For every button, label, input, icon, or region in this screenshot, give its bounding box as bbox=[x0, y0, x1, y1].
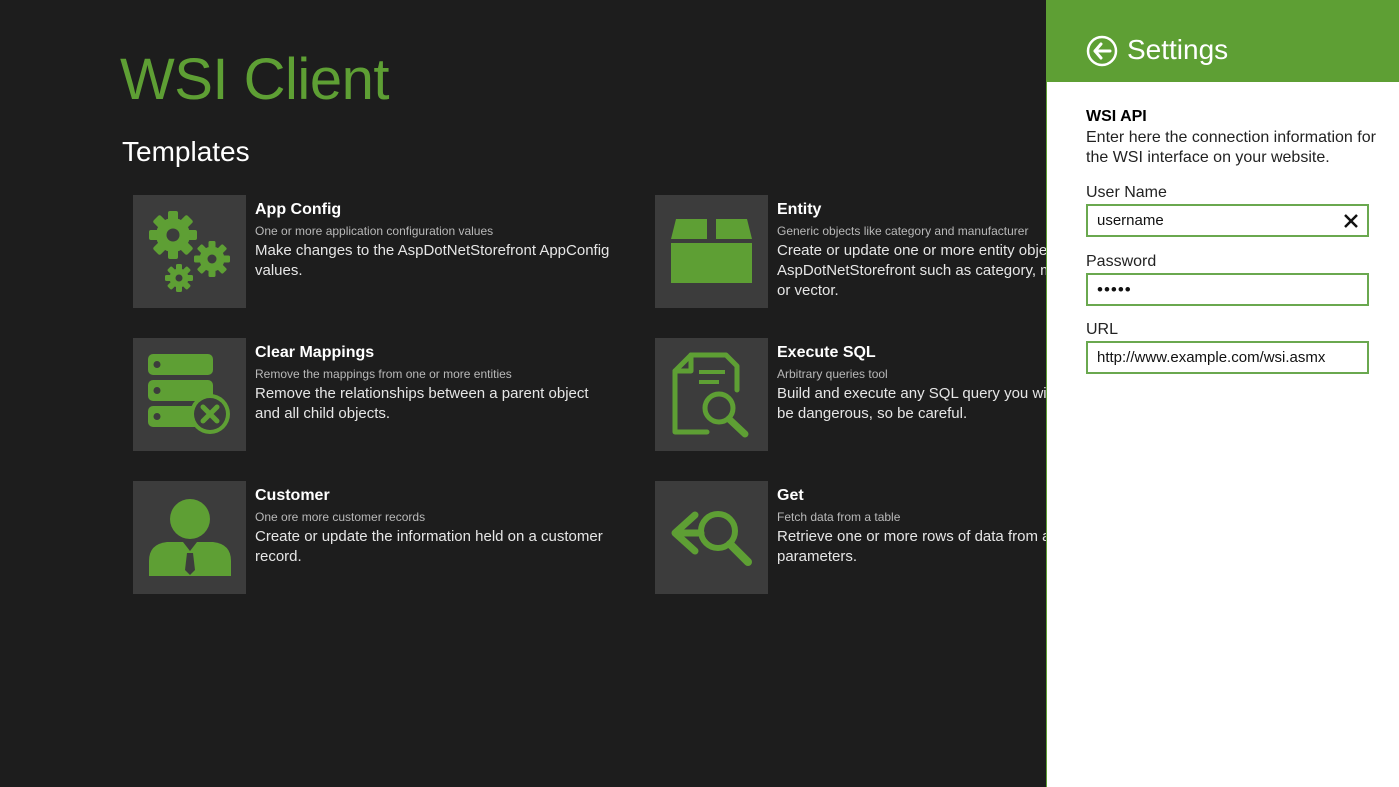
tile-name: Get bbox=[777, 487, 804, 504]
tile-description: Build and execute any SQL query you wish… bbox=[777, 385, 1046, 422]
user-icon bbox=[133, 481, 246, 594]
tile-name: Execute SQL bbox=[777, 344, 876, 361]
url-input[interactable] bbox=[1097, 343, 1337, 372]
section-title: Templates bbox=[122, 136, 250, 167]
app-main-area: WSI Client Templates App Config One or m… bbox=[0, 0, 1046, 787]
tile-get[interactable]: Get Fetch data from a table Retrieve one… bbox=[655, 481, 1046, 594]
username-label: User Name bbox=[1086, 184, 1167, 201]
tile-description: Create or update the information held on… bbox=[255, 528, 603, 565]
username-input[interactable] bbox=[1097, 206, 1337, 235]
tile-entity[interactable]: Entity Generic objects like category and… bbox=[655, 195, 1046, 308]
settings-title: Settings bbox=[1127, 34, 1229, 65]
settings-group-title: WSI API bbox=[1086, 108, 1147, 125]
tile-name: App Config bbox=[255, 201, 342, 218]
url-label: URL bbox=[1086, 321, 1119, 338]
tile-description: Retrieve one or more rows of data from a… bbox=[777, 528, 1046, 565]
box-icon bbox=[655, 195, 768, 308]
tile-description: Make changes to the AspDotNetStorefront … bbox=[255, 242, 610, 279]
document-search-icon bbox=[655, 338, 768, 451]
back-button[interactable] bbox=[1085, 34, 1119, 68]
password-field bbox=[1086, 273, 1369, 306]
tile-description: Remove the relationships between a paren… bbox=[255, 385, 589, 422]
clear-username-button[interactable] bbox=[1341, 211, 1361, 231]
tile-clear-mappings[interactable]: Clear Mappings Remove the mappings from … bbox=[133, 338, 613, 451]
database-remove-icon bbox=[133, 338, 246, 451]
tile-name: Customer bbox=[255, 487, 330, 504]
tile-description: Create or update one or more entity obje… bbox=[777, 242, 1046, 299]
gears-icon bbox=[133, 195, 246, 308]
username-field bbox=[1086, 204, 1369, 237]
app-title: WSI Client bbox=[120, 47, 389, 112]
tile-name: Entity bbox=[777, 201, 822, 218]
tile-app-config[interactable]: App Config One or more application confi… bbox=[133, 195, 613, 308]
fetch-search-icon bbox=[655, 481, 768, 594]
close-icon bbox=[1344, 214, 1358, 228]
tile-name: Clear Mappings bbox=[255, 344, 375, 361]
settings-header: Settings bbox=[1047, 0, 1399, 82]
tile-subtitle: Generic objects like category and manufa… bbox=[777, 224, 1029, 238]
tile-subtitle: One or more application configuration va… bbox=[255, 224, 494, 238]
password-label: Password bbox=[1086, 253, 1157, 270]
password-input[interactable] bbox=[1097, 275, 1337, 304]
tile-subtitle: Arbitrary queries tool bbox=[777, 367, 888, 381]
url-field bbox=[1086, 341, 1369, 374]
tile-subtitle: Fetch data from a table bbox=[777, 510, 901, 524]
back-arrow-icon bbox=[1086, 35, 1118, 67]
tile-subtitle: One ore more customer records bbox=[255, 510, 426, 524]
tile-subtitle: Remove the mappings from one or more ent… bbox=[255, 367, 512, 381]
tile-execute-sql[interactable]: Execute SQL Arbitrary queries tool Build… bbox=[655, 338, 1046, 451]
tile-customer[interactable]: Customer One ore more customer records C… bbox=[133, 481, 613, 594]
settings-pane: Settings WSI API Enter here the connecti… bbox=[1046, 0, 1399, 787]
settings-group-description: Enter here the connection information fo… bbox=[1086, 129, 1376, 166]
